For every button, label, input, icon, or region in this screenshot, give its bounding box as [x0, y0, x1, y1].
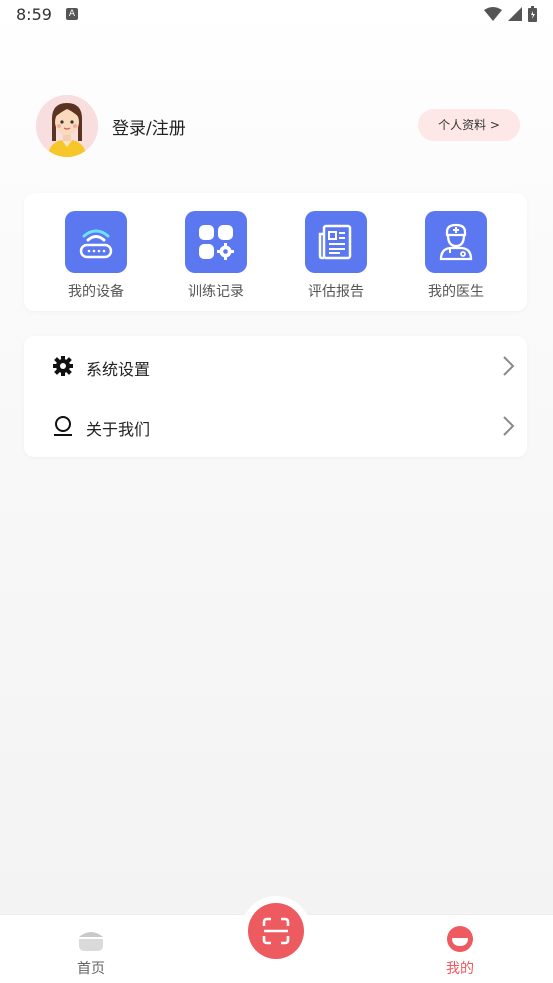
avatar[interactable] [36, 95, 98, 157]
mine-icon [447, 926, 473, 952]
apps-gear-icon [185, 211, 247, 273]
menu-label: 系统设置 [86, 360, 151, 379]
feature-grid: 我的设备 训练记录 评估报告 我的医生 [24, 193, 527, 311]
grid-label: 评估报告 [308, 284, 364, 300]
doctor-icon [425, 211, 487, 273]
newspaper-icon [305, 211, 367, 273]
scan-button-wrapper [241, 896, 311, 966]
router-icon [65, 211, 127, 273]
avatar-illustration [36, 95, 98, 157]
grid-label: 我的设备 [68, 284, 124, 300]
grid-label: 训练记录 [188, 284, 244, 300]
notification-icon: A [66, 8, 78, 20]
tab-home[interactable]: 首页 [31, 915, 151, 983]
wifi-icon [484, 7, 502, 21]
battery-icon [528, 6, 537, 22]
status-bar: 8:59 A [0, 0, 553, 32]
tab-label: 我的 [446, 961, 474, 977]
grid-item-my-doctor[interactable]: 我的医生 [394, 193, 514, 311]
settings-menu: 系统设置 关于我们 [24, 336, 527, 457]
login-register-link[interactable]: 登录/注册 [112, 114, 186, 139]
tab-mine[interactable]: 我的 [400, 915, 520, 983]
profile-header: 登录/注册 个人资料 > [36, 95, 520, 157]
scan-icon [262, 917, 290, 945]
status-icons [484, 6, 537, 22]
tab-label: 首页 [77, 961, 105, 977]
home-icon [79, 932, 103, 951]
grid-label: 我的医生 [428, 284, 484, 300]
menu-item-about-us[interactable]: 关于我们 [24, 396, 527, 456]
signal-icon [508, 7, 522, 21]
person-icon [54, 416, 72, 436]
scan-button[interactable] [248, 903, 304, 959]
gear-icon [53, 356, 73, 376]
chevron-right-icon [503, 356, 515, 376]
chevron-right-icon [503, 416, 515, 436]
menu-item-system-settings[interactable]: 系统设置 [24, 336, 527, 396]
grid-item-assessment-report[interactable]: 评估报告 [274, 193, 394, 311]
grid-item-my-device[interactable]: 我的设备 [34, 193, 154, 311]
profile-info-button[interactable]: 个人资料 > [418, 109, 520, 141]
grid-item-training-record[interactable]: 训练记录 [154, 193, 274, 311]
menu-label: 关于我们 [86, 420, 151, 439]
status-time: 8:59 [16, 5, 52, 24]
